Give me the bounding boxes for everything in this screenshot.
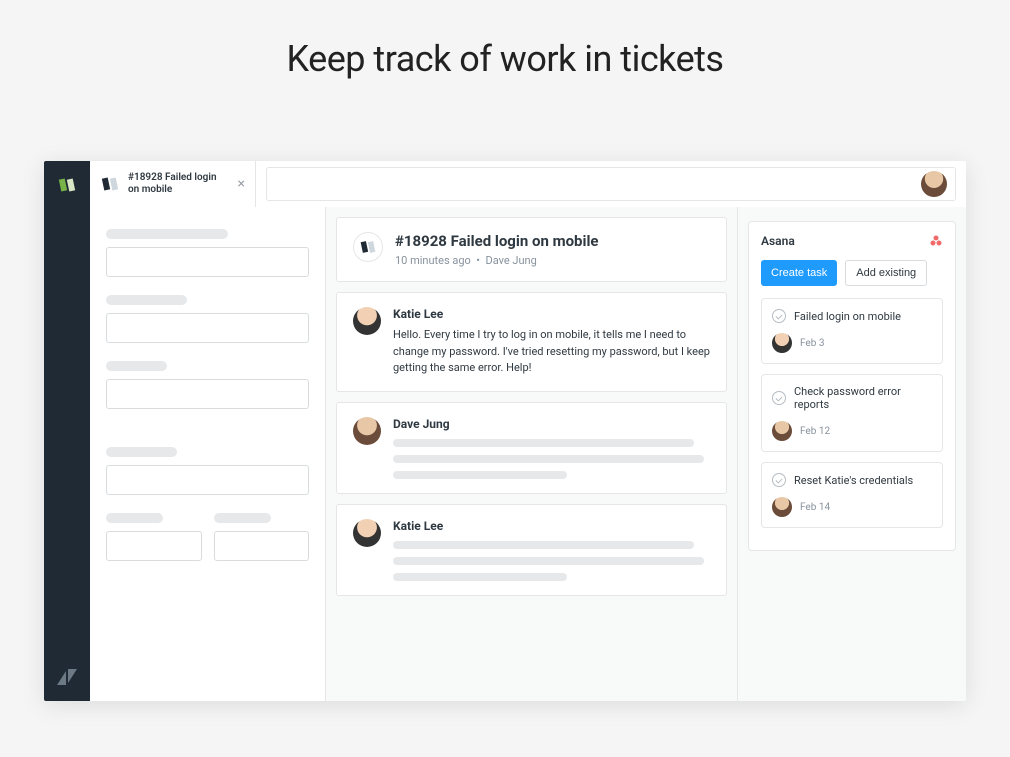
task-check-icon[interactable] bbox=[772, 391, 786, 405]
ticket-tab[interactable]: #18928 Failed login on mobile × bbox=[90, 161, 256, 207]
message-card: Katie Lee Hello. Every time I try to log … bbox=[336, 292, 727, 392]
conversation-panel: #18928 Failed login on mobile 10 minutes… bbox=[326, 207, 738, 701]
search-bar[interactable] bbox=[266, 167, 956, 201]
field-group bbox=[106, 361, 309, 409]
asana-logo-icon bbox=[929, 234, 943, 248]
task-card[interactable]: Reset Katie's credentials Feb 14 bbox=[761, 462, 943, 528]
sidebar-nav bbox=[44, 161, 90, 701]
message-card: Katie Lee bbox=[336, 504, 727, 596]
ticket-fields-panel bbox=[90, 207, 326, 701]
message-skeleton-line bbox=[393, 573, 567, 581]
field-input[interactable] bbox=[106, 247, 309, 277]
topbar: #18928 Failed login on mobile × bbox=[90, 161, 966, 207]
message-body: Hello. Every time I try to log in on mob… bbox=[393, 327, 710, 377]
field-group bbox=[106, 229, 309, 277]
message-skeleton-line bbox=[393, 471, 567, 479]
zendesk-footer-icon bbox=[57, 669, 77, 685]
message-avatar bbox=[353, 417, 381, 445]
field-input[interactable] bbox=[106, 379, 309, 409]
page-heading: Keep track of work in tickets bbox=[0, 0, 1010, 80]
field-input[interactable] bbox=[214, 531, 310, 561]
ticket-meta: 10 minutes ago • Dave Jung bbox=[395, 254, 599, 267]
asana-app-title: Asana bbox=[761, 234, 795, 248]
message-skeleton-line bbox=[393, 557, 704, 565]
create-task-button[interactable]: Create task bbox=[761, 260, 837, 286]
ticket-tab-icon bbox=[100, 174, 120, 194]
task-due-date: Feb 14 bbox=[800, 502, 830, 513]
field-group bbox=[106, 295, 309, 343]
field-input[interactable] bbox=[106, 313, 309, 343]
ticket-title: #18928 Failed login on mobile bbox=[395, 232, 599, 250]
task-check-icon[interactable] bbox=[772, 309, 786, 323]
close-icon[interactable]: × bbox=[238, 176, 245, 192]
task-name: Check password error reports bbox=[794, 385, 932, 411]
app-frame: #18928 Failed login on mobile × bbox=[44, 161, 966, 701]
content-area: #18928 Failed login on mobile 10 minutes… bbox=[90, 207, 966, 701]
task-name: Reset Katie's credentials bbox=[794, 474, 913, 487]
message-author: Katie Lee bbox=[393, 307, 710, 321]
task-card[interactable]: Check password error reports Feb 12 bbox=[761, 374, 943, 452]
message-skeleton-line bbox=[393, 541, 694, 549]
field-group bbox=[106, 447, 309, 495]
task-due-date: Feb 3 bbox=[800, 338, 824, 349]
task-check-icon[interactable] bbox=[772, 473, 786, 487]
apps-panel: Asana Create task Add existing Failed lo… bbox=[738, 207, 966, 701]
message-author: Katie Lee bbox=[393, 519, 710, 533]
ticket-icon bbox=[353, 232, 383, 262]
message-card: Dave Jung bbox=[336, 402, 727, 494]
message-skeleton-line bbox=[393, 455, 704, 463]
message-skeleton-line bbox=[393, 439, 694, 447]
task-assignee-avatar bbox=[772, 333, 792, 353]
task-name: Failed login on mobile bbox=[794, 310, 901, 323]
task-card[interactable]: Failed login on mobile Feb 3 bbox=[761, 298, 943, 364]
field-row bbox=[106, 513, 309, 561]
field-input[interactable] bbox=[106, 531, 202, 561]
message-avatar bbox=[353, 519, 381, 547]
task-assignee-avatar bbox=[772, 421, 792, 441]
zendesk-logo-icon bbox=[57, 175, 77, 195]
asana-app-card: Asana Create task Add existing Failed lo… bbox=[748, 221, 956, 551]
message-author: Dave Jung bbox=[393, 417, 710, 431]
task-assignee-avatar bbox=[772, 497, 792, 517]
ticket-header: #18928 Failed login on mobile 10 minutes… bbox=[336, 217, 727, 282]
add-existing-button[interactable]: Add existing bbox=[845, 260, 927, 286]
ticket-tab-title: #18928 Failed login on mobile bbox=[128, 172, 230, 197]
current-user-avatar[interactable] bbox=[921, 171, 947, 197]
message-avatar bbox=[353, 307, 381, 335]
task-due-date: Feb 12 bbox=[800, 426, 830, 437]
field-input[interactable] bbox=[106, 465, 309, 495]
